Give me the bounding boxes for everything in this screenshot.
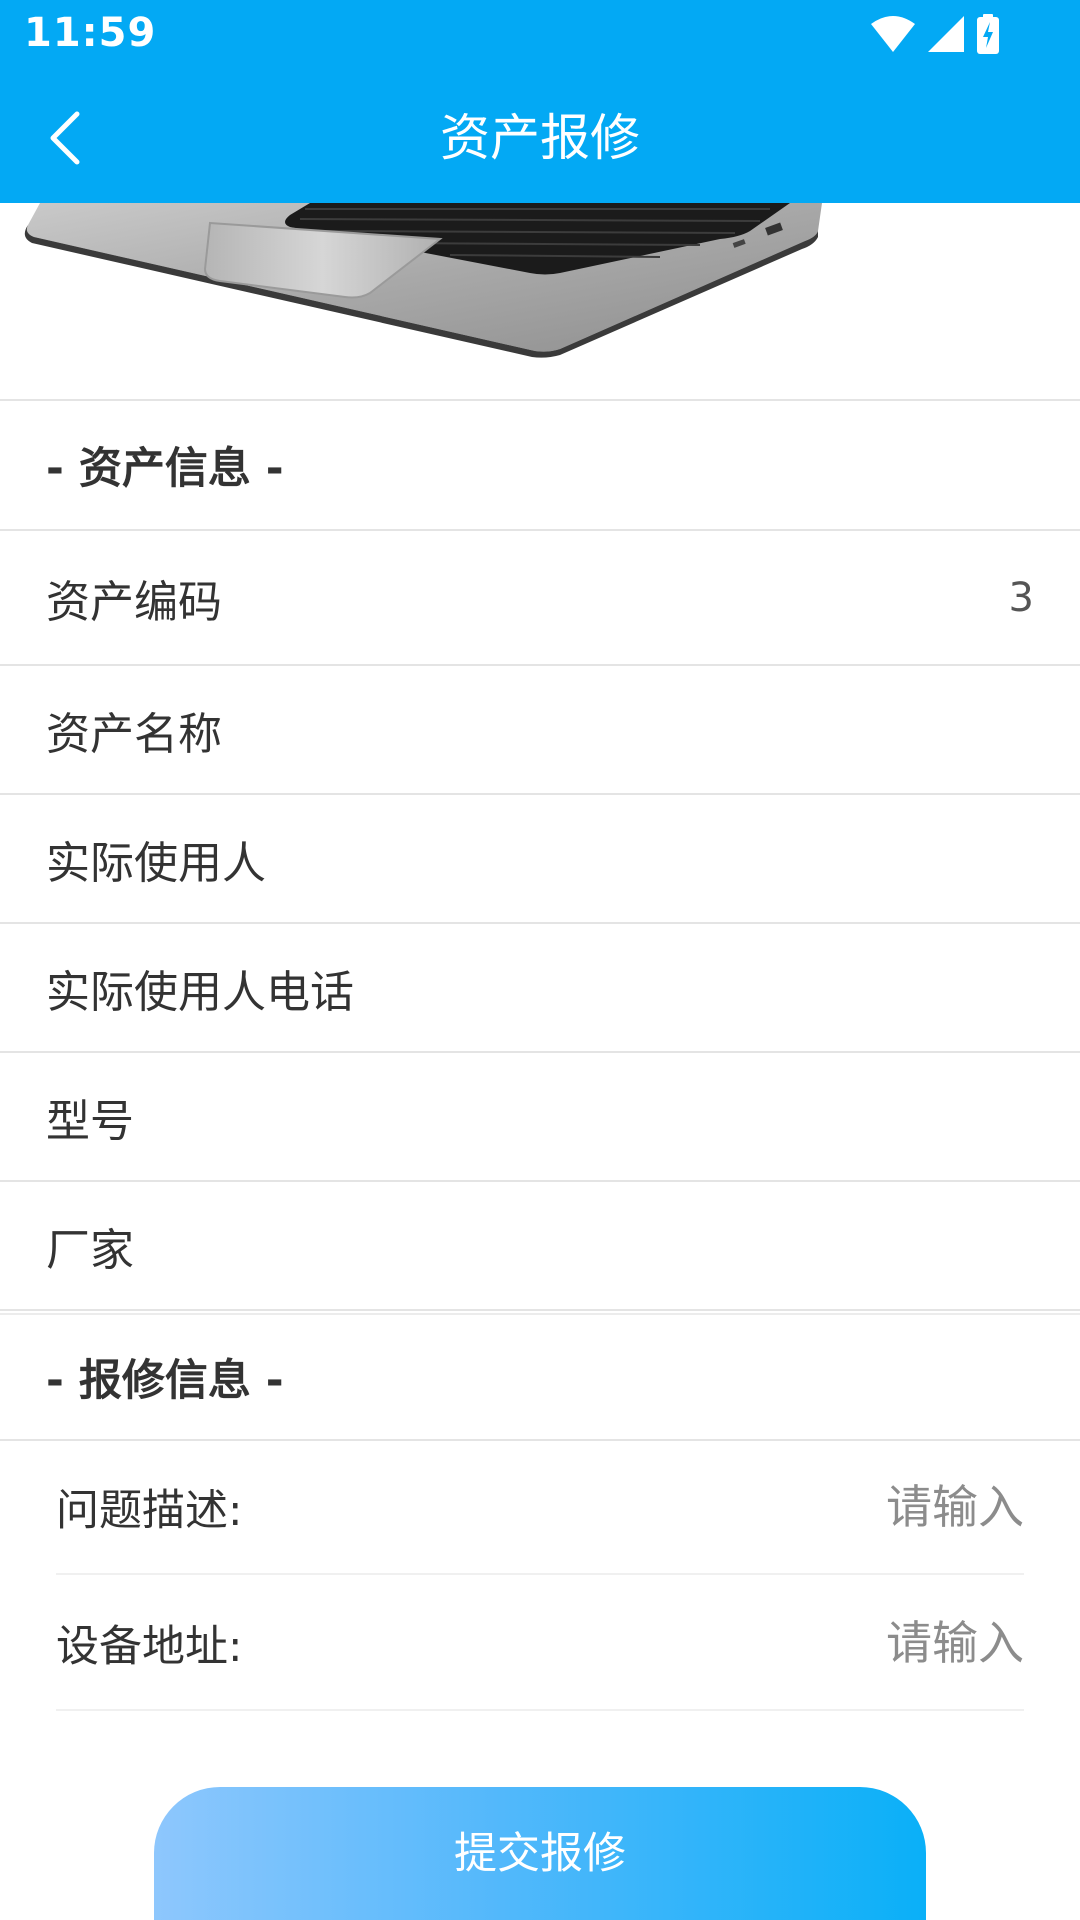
asset-code-label: 资产编码 (46, 576, 222, 628)
asset-info-title: - 资产信息 - (46, 443, 284, 494)
asset-name-row: 资产名称 (0, 666, 1080, 793)
actual-user-phone-label: 实际使用人电话 (46, 966, 354, 1018)
laptop-image (24, 203, 823, 358)
wifi-icon (870, 14, 916, 54)
problem-description-input[interactable] (604, 1480, 1024, 1534)
asset-name-label: 资产名称 (46, 708, 222, 760)
actual-user-row: 实际使用人 (0, 795, 1080, 922)
status-bar: 11:59 (0, 0, 1080, 72)
cell-signal-icon (926, 14, 966, 54)
asset-code-row: 资产编码 3 (0, 531, 1080, 664)
model-label: 型号 (46, 1095, 134, 1147)
battery-charging-icon (976, 14, 1000, 54)
asset-photo (0, 203, 1080, 400)
repair-info-title: - 报修信息 - (46, 1356, 284, 1406)
manufacturer-label: 厂家 (46, 1224, 134, 1276)
manufacturer-row: 厂家 (0, 1182, 1080, 1309)
problem-description-row: 问题描述: (56, 1441, 1024, 1575)
submit-repair-button[interactable]: 提交报修 (154, 1787, 926, 1920)
device-address-row: 设备地址: (56, 1577, 1024, 1711)
model-row: 型号 (0, 1053, 1080, 1180)
status-time: 11:59 (24, 10, 157, 56)
app-bar: 11:59 资产报修 (0, 0, 1080, 203)
title-bar: 资产报修 (0, 72, 1080, 203)
status-icons (870, 14, 1000, 54)
problem-description-label: 问题描述: (56, 1486, 243, 1536)
asset-info-section-header: - 资产信息 - (0, 401, 1080, 528)
actual-user-label: 实际使用人 (46, 837, 266, 889)
asset-code-value: 3 (1008, 574, 1034, 621)
actual-user-phone-row: 实际使用人电话 (0, 924, 1080, 1051)
divider (0, 1309, 1080, 1311)
page-title: 资产报修 (440, 109, 640, 167)
repair-info-section-header: - 报修信息 - (0, 1315, 1080, 1439)
asset-repair-screen: 11:59 资产报修 - 资产信息 - 资产编码 3 资产名称 实际使用人 实际… (0, 0, 1080, 1920)
device-address-label: 设备地址: (56, 1622, 243, 1672)
device-address-input[interactable] (604, 1616, 1024, 1670)
